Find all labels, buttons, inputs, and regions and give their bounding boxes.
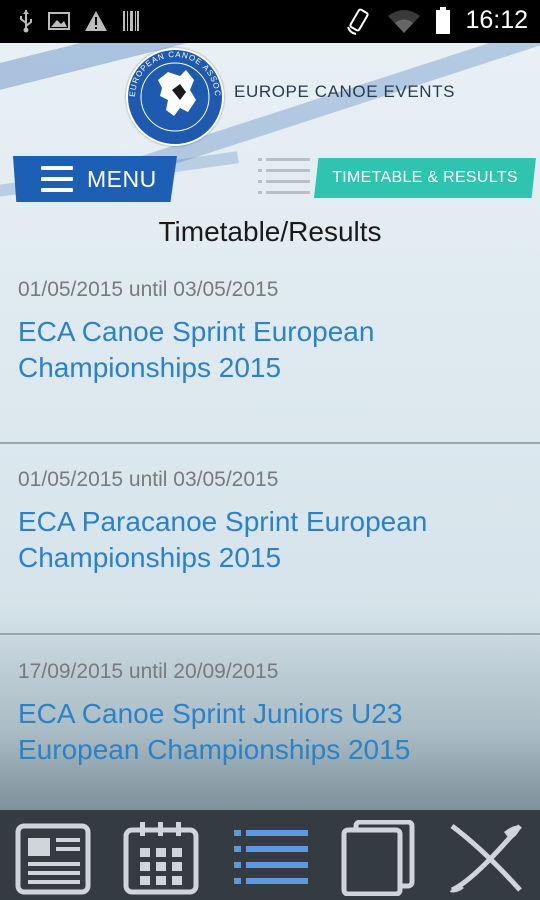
wifi-icon (388, 9, 421, 33)
divider (0, 633, 540, 635)
eca-logo: EUROPEAN CANOE ASSOCIATION (126, 48, 224, 146)
bottom-navigation (0, 810, 540, 900)
event-name[interactable]: ECA Canoe Sprint Juniors U23 European Ch… (18, 696, 518, 768)
timetable-results-button[interactable]: TIMETABLE & RESULTS (314, 158, 536, 198)
image-icon (48, 12, 70, 30)
event-dates: 17/09/2015 until 20/09/2015 (18, 660, 279, 683)
page-title: Timetable/Results (158, 216, 382, 247)
hamburger-icon (41, 166, 73, 192)
menu-label: MENU (87, 165, 157, 192)
status-bar: 16:12 (0, 0, 540, 43)
event-dates: 01/05/2015 until 03/05/2015 (18, 468, 279, 491)
event-dates: 01/05/2015 until 03/05/2015 (18, 278, 279, 301)
svg-text:EUROPEAN CANOE ASSOCIATION: EUROPEAN CANOE ASSOCIATION (128, 50, 222, 97)
barcode-icon (123, 11, 139, 31)
event-item[interactable]: 01/05/2015 until 03/05/2015 ECA Paracano… (0, 460, 540, 632)
event-item[interactable]: 01/05/2015 until 03/05/2015 ECA Canoe Sp… (0, 270, 540, 442)
logo-ring-text: EUROPEAN CANOE ASSOCIATION (128, 50, 222, 97)
brand-title: EUROPE CANOE EVENTS (234, 82, 456, 101)
kayak-paddle-icon[interactable] (444, 820, 528, 896)
battery-icon (436, 6, 451, 34)
event-name[interactable]: ECA Paracanoe Sprint European Championsh… (18, 504, 518, 576)
divider (0, 442, 540, 444)
documents-icon[interactable] (336, 820, 420, 896)
rotate-icon (347, 8, 370, 35)
warning-icon (85, 11, 107, 31)
list-lines-icon (258, 158, 310, 194)
timetable-results-label: TIMETABLE & RESULTS (332, 169, 518, 186)
calendar-icon[interactable] (120, 820, 204, 896)
usb-icon (20, 10, 32, 33)
newspaper-icon[interactable] (12, 820, 96, 896)
menu-button[interactable]: MENU (13, 156, 177, 202)
clock: 16:12 (465, 6, 528, 34)
event-item[interactable]: 17/09/2015 until 20/09/2015 ECA Canoe Sp… (0, 652, 540, 802)
event-name[interactable]: ECA Canoe Sprint European Championships … (18, 314, 518, 386)
list-icon[interactable] (228, 820, 312, 896)
